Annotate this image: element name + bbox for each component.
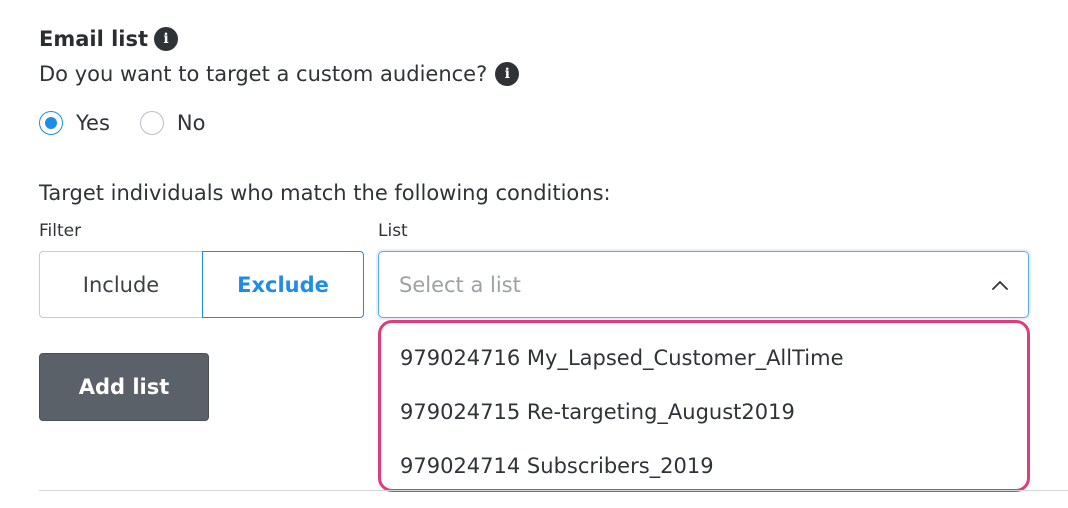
list-option[interactable]: 979024715 Re-targeting_August2019 xyxy=(381,385,1027,439)
divider xyxy=(39,490,1068,491)
custom-audience-radio-group: Yes No xyxy=(39,111,205,135)
chevron-up-icon[interactable] xyxy=(992,277,1008,293)
radio-yes-label[interactable]: Yes xyxy=(76,111,110,135)
info-icon[interactable]: i xyxy=(154,27,179,51)
list-select-placeholder: Select a list xyxy=(399,272,521,297)
list-option[interactable]: 979024716 My_Lapsed_Customer_AllTime xyxy=(381,331,1027,385)
custom-audience-question: Do you want to target a custom audience?… xyxy=(39,62,520,86)
include-button[interactable]: Include xyxy=(39,251,202,318)
email-list-title: Email list xyxy=(39,27,149,51)
list-select[interactable]: Select a list xyxy=(378,251,1029,318)
list-dropdown-menu: 979024716 My_Lapsed_Customer_AllTime 979… xyxy=(378,320,1030,492)
filter-label: Filter xyxy=(39,221,82,241)
add-list-button[interactable]: Add list xyxy=(39,353,209,421)
radio-no-unchecked-icon[interactable] xyxy=(139,111,164,135)
list-option[interactable]: 979024714 Subscribers_2019 xyxy=(381,439,1027,493)
radio-yes-checked-icon[interactable] xyxy=(39,111,63,135)
custom-audience-question-text: Do you want to target a custom audience? xyxy=(39,62,488,86)
radio-yes[interactable]: Yes xyxy=(39,111,110,135)
conditions-heading: Target individuals who match the followi… xyxy=(39,181,611,205)
filter-toggle: Include Exclude xyxy=(39,251,364,318)
radio-dot xyxy=(45,117,57,129)
list-label: List xyxy=(378,221,408,241)
radio-no[interactable]: No xyxy=(139,111,206,135)
info-icon[interactable]: i xyxy=(495,62,520,86)
radio-no-label[interactable]: No xyxy=(177,111,206,135)
email-list-heading: Email list i xyxy=(39,27,179,51)
exclude-button[interactable]: Exclude xyxy=(202,251,364,318)
